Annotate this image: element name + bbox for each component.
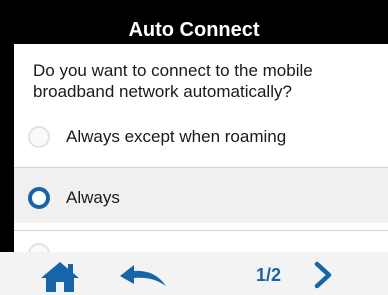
back-button[interactable] <box>118 262 168 288</box>
auto-connect-screen: Auto Connect Do you want to connect to t… <box>0 0 388 295</box>
page-title: Auto Connect <box>128 19 260 41</box>
page-indicator: 1/2 <box>256 265 282 285</box>
title-bar: Auto Connect <box>0 0 388 44</box>
option-label: Always except when roaming <box>66 127 287 146</box>
radio-button-selected[interactable] <box>28 187 50 209</box>
option-always[interactable]: Always <box>14 167 388 223</box>
option-partially-visible[interactable] <box>14 230 388 265</box>
next-page-button[interactable] <box>312 260 336 290</box>
back-arrow-icon <box>120 265 166 286</box>
home-button[interactable] <box>40 260 80 292</box>
option-always-except-roaming[interactable]: Always except when roaming <box>14 110 388 166</box>
left-border <box>0 0 14 252</box>
home-icon <box>41 262 79 292</box>
bottom-nav-bar: 1/2 <box>0 252 388 295</box>
chevron-right-icon <box>314 261 332 289</box>
option-label: Always <box>66 188 120 207</box>
prompt-question: Do you want to connect to the mobile bro… <box>33 61 313 101</box>
radio-button[interactable] <box>28 126 50 148</box>
